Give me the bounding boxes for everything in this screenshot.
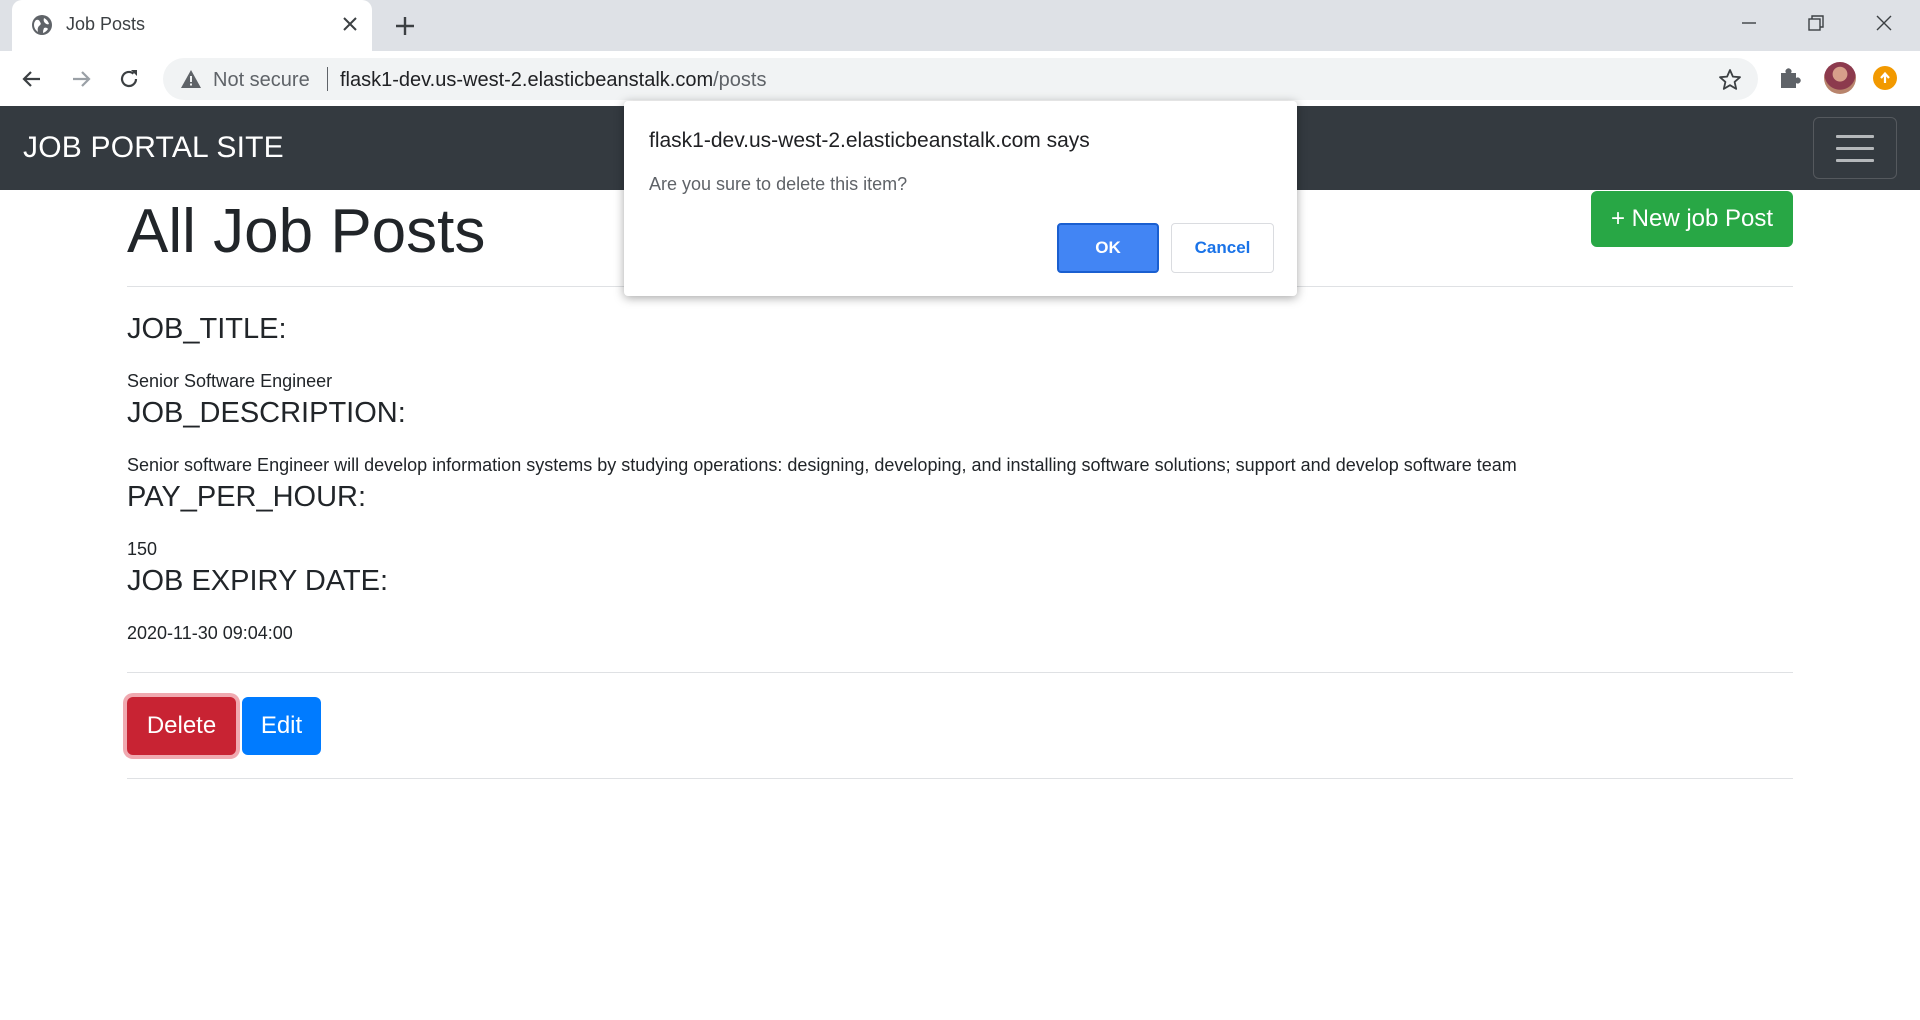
- close-window-icon[interactable]: [1860, 8, 1908, 38]
- confirm-dialog: flask1-dev.us-west-2.elasticbeanstalk.co…: [624, 101, 1297, 296]
- menu-bar-line: [1836, 146, 1874, 150]
- dialog-origin: flask1-dev.us-west-2.elasticbeanstalk.co…: [649, 129, 1090, 152]
- security-label[interactable]: Not secure: [213, 69, 310, 92]
- delete-button[interactable]: Delete: [127, 697, 236, 755]
- field-label-pay-per-hour: PAY_PER_HOUR:: [127, 481, 367, 513]
- menu-bar-line: [1836, 134, 1874, 138]
- browser-tabstrip: Job Posts: [0, 0, 1920, 51]
- url-text[interactable]: flask1-dev.us-west-2.elasticbeanstalk.co…: [340, 69, 766, 92]
- extensions-puzzle-icon[interactable]: [1776, 64, 1804, 92]
- url-host: flask1-dev.us-west-2.elasticbeanstalk.co…: [340, 69, 714, 91]
- field-label-expiry-date: JOB EXPIRY DATE:: [127, 565, 389, 597]
- address-bar[interactable]: Not secure flask1-dev.us-west-2.elasticb…: [163, 58, 1758, 100]
- bookmark-star-icon[interactable]: [1717, 67, 1743, 93]
- edit-button[interactable]: Edit: [242, 697, 321, 755]
- field-value-pay-per-hour: 150: [127, 539, 158, 559]
- field-value-job-description: Senior software Engineer will develop in…: [127, 455, 1517, 475]
- new-job-post-button[interactable]: + New job Post: [1591, 191, 1793, 247]
- warning-icon[interactable]: [180, 69, 202, 89]
- page-title: All Job Posts: [127, 197, 486, 266]
- update-arrow-icon[interactable]: [1873, 66, 1897, 90]
- restore-icon[interactable]: [1792, 8, 1840, 38]
- globe-icon: [30, 13, 54, 37]
- divider: [127, 778, 1793, 779]
- site-brand[interactable]: JOB PORTAL SITE: [23, 131, 284, 165]
- menu-bar-line: [1836, 158, 1874, 162]
- close-tab-icon[interactable]: [337, 11, 363, 37]
- field-label-job-title: JOB_TITLE:: [127, 313, 287, 345]
- tab-title: Job Posts: [66, 14, 146, 34]
- dialog-cancel-button[interactable]: Cancel: [1171, 223, 1274, 273]
- dialog-ok-button[interactable]: OK: [1057, 223, 1159, 273]
- dialog-message: Are you sure to delete this item?: [649, 174, 908, 194]
- back-icon[interactable]: [15, 62, 49, 96]
- navbar-toggler-menu-icon[interactable]: [1813, 117, 1897, 179]
- new-tab-icon[interactable]: [390, 11, 420, 41]
- profile-avatar[interactable]: [1824, 62, 1856, 94]
- field-value-expiry-date: 2020-11-30 09:04:00: [127, 623, 293, 643]
- reload-icon[interactable]: [112, 62, 146, 96]
- url-path: /posts: [713, 69, 767, 91]
- address-divider: [327, 67, 328, 91]
- browser-toolbar: Not secure flask1-dev.us-west-2.elasticb…: [0, 51, 1920, 106]
- forward-icon[interactable]: [64, 62, 98, 96]
- field-label-job-description: JOB_DESCRIPTION:: [127, 397, 406, 429]
- divider: [127, 672, 1793, 673]
- field-value-job-title: Senior Software Engineer: [127, 371, 333, 391]
- browser-tab[interactable]: Job Posts: [12, 0, 372, 51]
- minimize-icon[interactable]: [1725, 8, 1773, 38]
